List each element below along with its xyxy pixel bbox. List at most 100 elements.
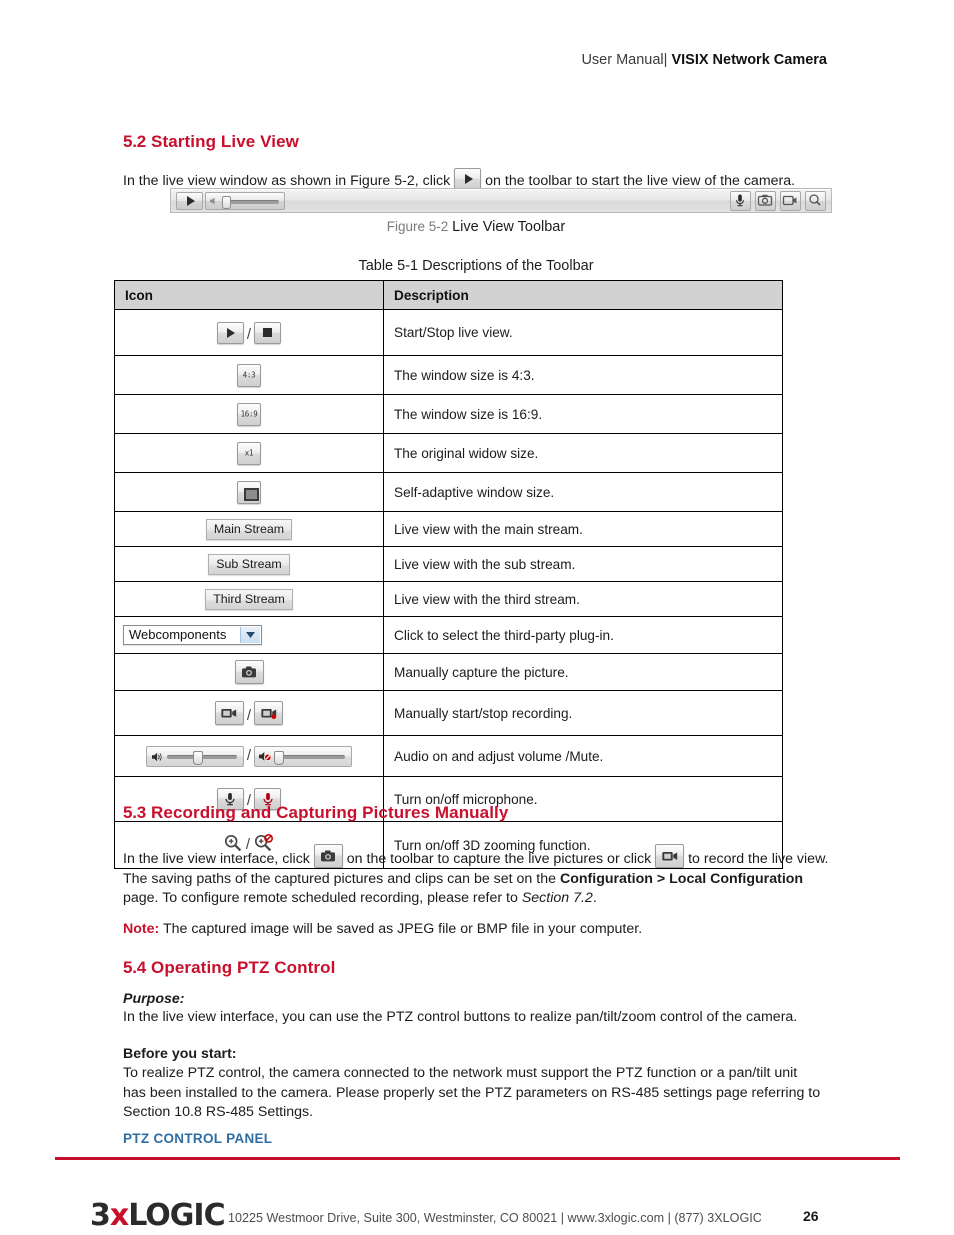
live-view-toolbar[interactable]: [170, 188, 832, 213]
toolbar-right-group: [730, 191, 826, 211]
camera-glyph-icon: [321, 850, 336, 862]
play-button-icon: [454, 168, 482, 190]
description-cell: Start/Stop live view.: [383, 309, 783, 356]
icon-cell: /: [114, 735, 384, 777]
table-row: / Manually start/stop recording.: [114, 690, 783, 736]
description-cell: Click to select the third-party plug-in.: [383, 616, 783, 654]
aspect-label: 16:9: [240, 409, 258, 419]
logo-x: x: [109, 1198, 129, 1233]
plugin-select[interactable]: Webcomponents: [123, 625, 262, 645]
table-row: Manually capture the picture.: [114, 653, 783, 691]
description-cell: Live view with the third stream.: [383, 581, 783, 617]
ptz-control-panel-heading: PTZ CONTROL PANEL: [123, 1131, 273, 1146]
section-number: 5.3: [123, 803, 147, 822]
section-title: Starting Live View: [151, 132, 299, 151]
toolbar-volume-slider[interactable]: [205, 192, 285, 210]
video-camera-glyph-icon: [662, 851, 677, 861]
table-header-row: Icon Description: [114, 280, 783, 310]
microphone-icon[interactable]: [730, 191, 751, 211]
play-triangle-icon: [227, 327, 236, 338]
table-row: / Audio on and adjust volume /Mute.: [114, 735, 783, 777]
record-start-icon[interactable]: [214, 701, 244, 725]
icon-cell: x1: [114, 433, 384, 473]
header-title: VISIX Network Camera: [671, 52, 827, 68]
plugin-select-value: Webcomponents: [129, 627, 227, 642]
icon-cell: [114, 472, 384, 512]
column-header-description: Description: [383, 280, 783, 310]
toolbar-play-button[interactable]: [176, 192, 203, 210]
camera-glyph-icon: [242, 666, 256, 678]
description-cell: Manually start/stop recording.: [383, 690, 783, 736]
figure-caption: Figure 5-2 Live View Toolbar: [123, 219, 829, 235]
section-title: Recording and Capturing Pictures Manuall…: [151, 803, 509, 822]
section-number: 5.4: [123, 958, 147, 977]
audio-on-slider[interactable]: [145, 745, 244, 767]
volume-knob[interactable]: [192, 750, 203, 765]
table-row: Self-adaptive window size.: [114, 472, 783, 512]
table-row: Sub Stream Live view with the sub stream…: [114, 546, 783, 582]
volume-knob[interactable]: [222, 196, 231, 209]
description-cell: Live view with the sub stream.: [383, 546, 783, 582]
section-number: 5.2: [123, 132, 147, 151]
third-stream-button[interactable]: Third Stream: [205, 588, 293, 610]
table-row: Third Stream Live view with the third st…: [114, 581, 783, 617]
capture-picture-icon[interactable]: [234, 660, 264, 684]
stop-button-icon[interactable]: [254, 321, 282, 344]
main-stream-button[interactable]: Main Stream: [205, 518, 293, 540]
header-prefix: User Manual|: [581, 52, 668, 68]
capture-icon[interactable]: [755, 191, 776, 211]
toolbar-description-table: Icon Description / Start/Stop live view.…: [114, 280, 783, 869]
icon-cell: 16:9: [114, 394, 384, 434]
section-heading-5-4: 5.4 Operating PTZ Control: [123, 958, 335, 978]
purpose-text: In the live view interface, you can use …: [123, 1009, 798, 1025]
s53-bold-config: Configuration > Local Configuration: [559, 870, 804, 887]
video-camera-glyph-icon: [782, 195, 797, 206]
before-you-start-label: Before you start:: [123, 1046, 237, 1062]
stop-square-icon: [263, 328, 273, 337]
logo-3: 3: [90, 1198, 111, 1233]
volume-track: [275, 754, 346, 759]
icon-cell: Sub Stream: [114, 546, 384, 582]
capture-picture-icon: [313, 844, 343, 868]
aspect-label: 4:3: [242, 370, 256, 380]
icon-cell: [114, 653, 384, 691]
description-cell: Live view with the main stream.: [383, 511, 783, 547]
description-cell: Manually capture the picture.: [383, 653, 783, 691]
play-triangle-icon: [186, 196, 195, 206]
speaker-mute-icon: [259, 751, 272, 761]
record-icon[interactable]: [780, 191, 801, 211]
s53-italic-section: Section 7.2: [521, 890, 593, 906]
slash-separator: /: [246, 747, 252, 765]
s53-text-5: .: [592, 890, 597, 906]
description-cell: The window size is 16:9.: [383, 394, 783, 434]
icon-cell: Third Stream: [114, 581, 384, 617]
icon-cell: Main Stream: [114, 511, 384, 547]
self-adaptive-icon[interactable]: [237, 480, 261, 504]
record-stop-icon[interactable]: [254, 701, 284, 725]
sub-stream-button[interactable]: Sub Stream: [208, 553, 290, 575]
volume-track: [223, 200, 279, 204]
chevron-down-icon[interactable]: [240, 627, 260, 643]
speaker-on-icon: [151, 752, 162, 761]
before-you-start-text: To realize PTZ control, the camera conne…: [123, 1065, 821, 1120]
magnifier-glyph-icon: [809, 194, 821, 206]
s53-text-1: In the live view interface, click: [123, 851, 310, 867]
section-title: Operating PTZ Control: [151, 958, 336, 977]
icon-cell: /: [114, 309, 384, 356]
play-button-icon[interactable]: [216, 321, 244, 344]
description-cell: Audio on and adjust volume /Mute.: [383, 735, 783, 777]
page-header: User Manual| VISIX Network Camera: [581, 52, 827, 68]
zoom-icon[interactable]: [805, 191, 826, 211]
s53-text-4: page. To configure remote scheduled reco…: [123, 890, 518, 906]
intro-text-2: on the toolbar to start the live view of…: [485, 173, 796, 189]
audio-mute-slider[interactable]: [254, 745, 353, 767]
original-size-icon[interactable]: x1: [237, 441, 261, 465]
figure-label: Figure 5-2: [386, 219, 449, 234]
aspect-4-3-icon[interactable]: 4:3: [237, 363, 261, 387]
record-start-icon: [655, 844, 685, 868]
company-logo: 3xLOGIC: [90, 1198, 226, 1233]
volume-knob[interactable]: [274, 750, 285, 765]
figure-caption-text: Live View Toolbar: [452, 219, 566, 235]
chevron-glyph-icon: [246, 632, 255, 638]
aspect-16-9-icon[interactable]: 16:9: [237, 402, 261, 426]
